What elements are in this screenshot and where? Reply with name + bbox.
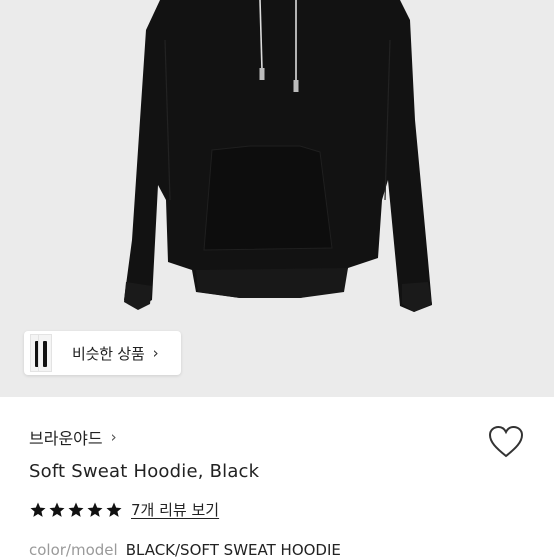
chevron-right-icon: › [152,344,159,362]
brand-name: 브라운야드 [29,429,103,448]
chevron-right-icon: › [110,428,117,446]
similar-products-button[interactable]: 비슷한 상품 › [24,331,181,375]
star-icon [49,502,65,517]
star-icon [30,502,46,517]
color-model-row: color/model BLACK/SOFT SWEAT HOODIE [29,541,341,559]
similar-thumbnails [30,331,70,375]
color-model-value: BLACK/SOFT SWEAT HOODIE [125,541,341,559]
heart-outline-icon[interactable] [488,425,524,459]
star-rating [29,501,123,519]
similar-products-label: 비슷한 상품 [72,344,145,363]
brand-link[interactable]: 브라운야드 › [29,425,117,449]
rating-row: 7개 리뷰 보기 [29,499,219,520]
star-icon [106,502,122,517]
product-title: Soft Sweat Hoodie, Black [29,461,260,482]
thumbnail [38,334,52,372]
reviews-link[interactable]: 7개 리뷰 보기 [131,499,219,520]
product-info: 브라운야드 › Soft Sweat Hoodie, Black 7개 리뷰 보… [0,397,554,559]
color-model-label: color/model [29,541,118,559]
star-icon [87,502,103,517]
product-image: 비슷한 상품 › [0,0,554,397]
star-icon [68,502,84,517]
